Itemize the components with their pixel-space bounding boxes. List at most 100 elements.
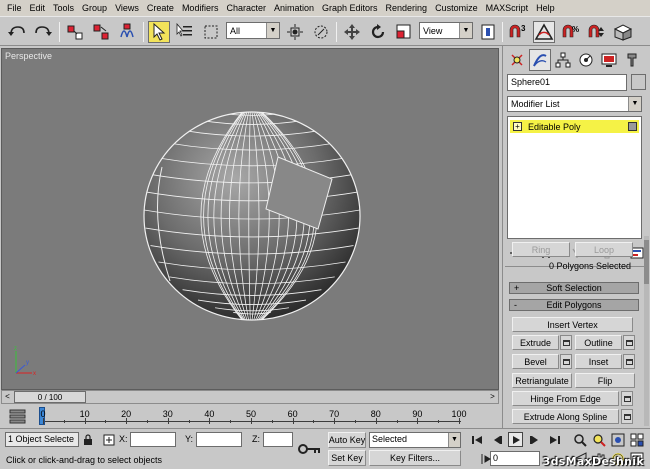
perspective-viewport[interactable]: Perspective z x y	[1, 48, 499, 390]
undo-icon[interactable]	[6, 21, 28, 43]
play-icon[interactable]	[508, 432, 523, 447]
time-slider-thumb[interactable]: 0 / 100	[14, 391, 86, 403]
object-color-swatch[interactable]	[631, 74, 646, 90]
chevron-down-icon: ▼	[628, 97, 641, 111]
key-mode-toggle-icon[interactable]	[478, 451, 493, 466]
rectangular-selection-icon[interactable]	[200, 21, 222, 43]
edit-polygons-title: Edit Polygons	[546, 300, 602, 310]
create-tab-icon[interactable]	[506, 49, 528, 71]
window-crossing-icon[interactable]	[310, 21, 332, 43]
menu-item-views[interactable]: Views	[111, 0, 143, 16]
selection-filter-dropdown[interactable]: All ▼	[226, 22, 280, 39]
svg-text:%: %	[572, 25, 579, 34]
menu-item-character[interactable]: Character	[222, 0, 270, 16]
time-slider-right-arrow[interactable]: >	[487, 391, 498, 403]
select-and-scale-icon[interactable]	[393, 21, 415, 43]
go-to-end-icon[interactable]	[547, 432, 562, 447]
menu-item-customize[interactable]: Customize	[431, 0, 482, 16]
hinge-from-edge-button[interactable]: Hinge From Edge	[512, 391, 619, 406]
scrollbar-thumb[interactable]	[644, 240, 649, 284]
x-coord-field[interactable]	[130, 432, 176, 447]
redo-icon[interactable]	[32, 21, 54, 43]
edit-polygons-rollout[interactable]: - Edit Polygons	[509, 299, 639, 311]
select-and-move-icon[interactable]	[341, 21, 363, 43]
time-slider-left-arrow[interactable]: <	[2, 391, 13, 403]
zoom-extents-icon[interactable]	[610, 432, 625, 447]
select-and-link-icon[interactable]	[64, 21, 86, 43]
key-filters-button[interactable]: Key Filters...	[369, 450, 461, 466]
extrude-button[interactable]: Extrude	[512, 335, 559, 350]
zoom-icon[interactable]	[572, 432, 587, 447]
menu-item-animation[interactable]: Animation	[270, 0, 318, 16]
mini-curve-editor-icon[interactable]	[9, 408, 27, 424]
bind-space-warp-icon[interactable]	[116, 21, 138, 43]
reference-coord-dropdown[interactable]: View ▼	[419, 22, 473, 39]
menu-item-create[interactable]: Create	[143, 0, 178, 16]
menu-item-help[interactable]: Help	[532, 0, 559, 16]
previous-frame-icon[interactable]	[489, 432, 504, 447]
menu-item-tools[interactable]: Tools	[49, 0, 78, 16]
extrude-along-spline-button[interactable]: Extrude Along Spline	[512, 409, 619, 424]
set-keys-icon[interactable]	[296, 439, 324, 459]
zoom-all-icon[interactable]	[591, 432, 606, 447]
bevel-settings-icon[interactable]	[560, 354, 572, 369]
motion-tab-icon[interactable]	[575, 49, 597, 71]
menu-item-group[interactable]: Group	[78, 0, 111, 16]
object-name-field[interactable]: Sphere01	[507, 74, 627, 91]
spinner-snap-icon[interactable]	[585, 21, 607, 43]
menu-item-graph-editors[interactable]: Graph Editors	[318, 0, 382, 16]
current-frame-field[interactable]: 0	[490, 451, 540, 466]
menu-item-rendering[interactable]: Rendering	[382, 0, 432, 16]
outline-button[interactable]: Outline	[575, 335, 622, 350]
hinge-settings-icon[interactable]	[621, 391, 633, 406]
ring-button[interactable]: Ring	[512, 242, 570, 257]
set-key-button[interactable]: Set Key	[328, 450, 366, 466]
display-tab-icon[interactable]	[598, 49, 620, 71]
z-coord-field[interactable]	[263, 432, 293, 447]
insert-vertex-button[interactable]: Insert Vertex	[512, 317, 633, 332]
utilities-tab-icon[interactable]	[621, 49, 643, 71]
lock-selection-icon[interactable]	[80, 432, 95, 447]
inset-settings-icon[interactable]	[623, 354, 635, 369]
select-and-rotate-icon[interactable]	[367, 21, 389, 43]
menu-item-modifiers[interactable]: Modifiers	[178, 0, 223, 16]
expand-icon[interactable]: +	[513, 122, 522, 131]
y-coord-field[interactable]	[196, 432, 242, 447]
inset-button[interactable]: Inset	[575, 354, 622, 369]
unlink-icon[interactable]	[90, 21, 112, 43]
use-pivot-center-icon[interactable]	[477, 21, 499, 43]
time-slider[interactable]: < 0 / 100 >	[1, 390, 499, 404]
command-panel-scrollbar[interactable]	[644, 236, 649, 426]
snaps-toggle-icon[interactable]: 3	[506, 21, 528, 43]
modifier-list-dropdown[interactable]: Modifier List ▼	[507, 96, 642, 112]
modify-tab-icon[interactable]	[529, 49, 551, 71]
sphere-wireframe-mesh[interactable]	[2, 49, 499, 390]
zoom-extents-all-icon[interactable]	[629, 432, 644, 447]
bevel-button[interactable]: Bevel	[512, 354, 559, 369]
menu-item-file[interactable]: File	[3, 0, 26, 16]
select-object-icon[interactable]	[148, 21, 170, 43]
stack-item-editable-poly[interactable]: + Editable Poly	[510, 120, 639, 133]
angle-snap-icon[interactable]	[533, 21, 555, 43]
auto-key-button[interactable]: Auto Key	[328, 432, 366, 448]
extrude-settings-icon[interactable]	[560, 335, 572, 350]
named-selection-icon[interactable]	[612, 21, 634, 43]
next-frame-icon[interactable]	[527, 432, 542, 447]
select-and-manipulate-icon[interactable]	[284, 21, 306, 43]
key-mode-dropdown[interactable]: Selected ▼	[369, 432, 461, 448]
extrude-along-spline-settings-icon[interactable]	[621, 409, 633, 424]
outline-settings-icon[interactable]	[623, 335, 635, 350]
go-to-start-icon[interactable]	[469, 432, 484, 447]
modifier-stack[interactable]: + Editable Poly	[507, 116, 642, 239]
menu-item-maxscript[interactable]: MAXScript	[482, 0, 533, 16]
track-bar[interactable]: 0 10 20 30 40 50 60 70 80 90 100	[1, 405, 499, 427]
soft-selection-rollout[interactable]: + Soft Selection	[509, 282, 639, 294]
menu-item-edit[interactable]: Edit	[26, 0, 50, 16]
hierarchy-tab-icon[interactable]	[552, 49, 574, 71]
select-by-name-icon[interactable]	[174, 21, 196, 43]
absolute-mode-icon[interactable]	[101, 432, 116, 447]
percent-snap-icon[interactable]: %	[559, 21, 581, 43]
flip-button[interactable]: Flip	[575, 373, 635, 388]
retriangulate-button[interactable]: Retriangulate	[512, 373, 572, 388]
loop-button[interactable]: Loop	[575, 242, 633, 257]
